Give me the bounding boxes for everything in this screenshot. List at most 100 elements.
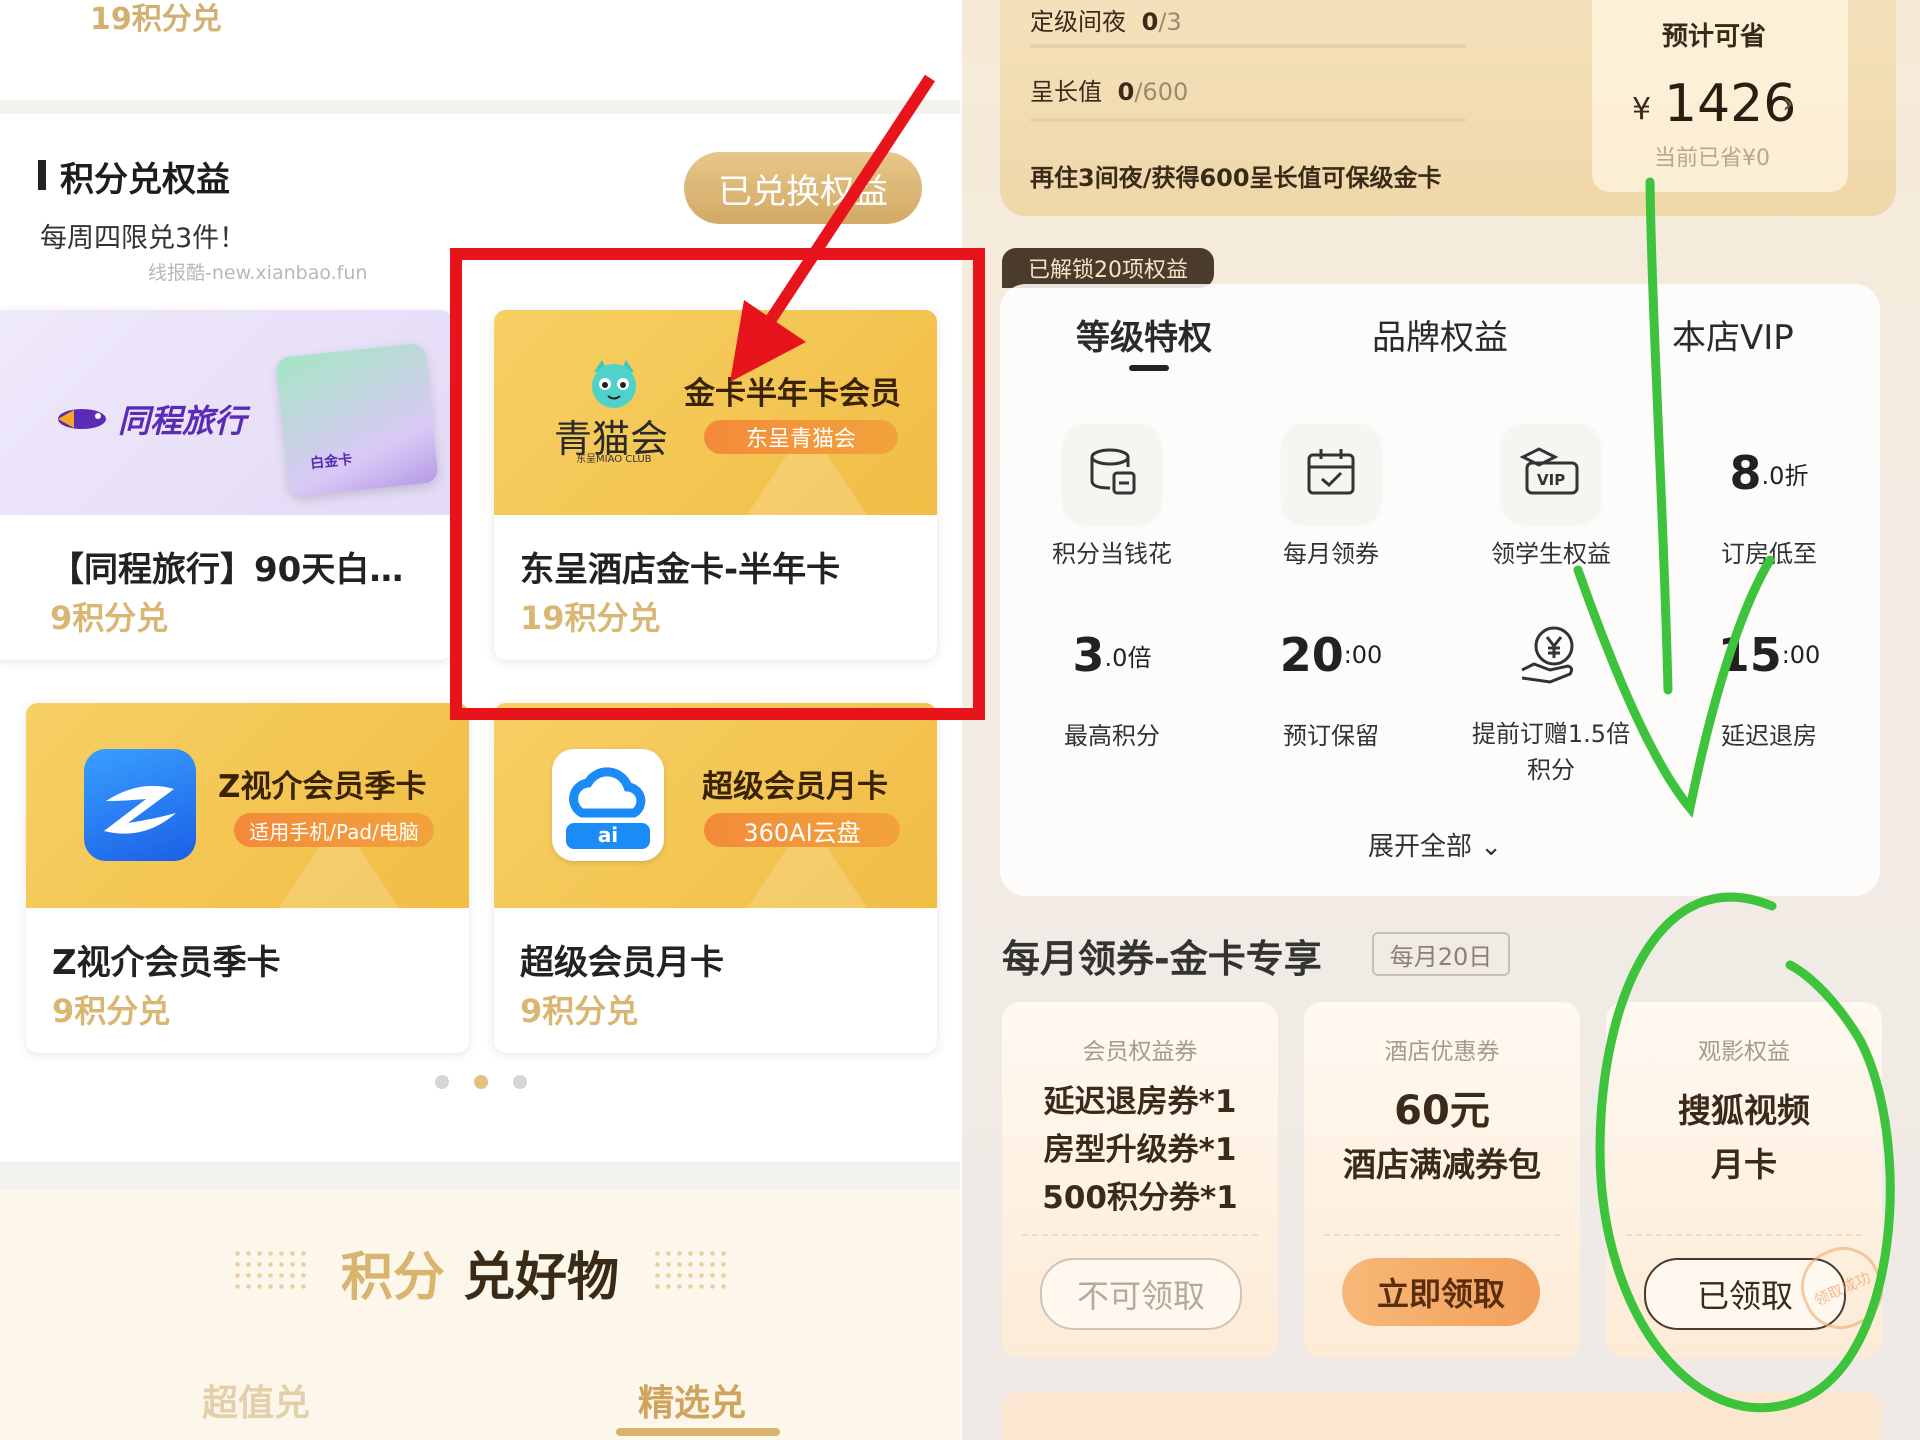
goods-title-part-b: 兑好物 — [463, 1248, 620, 1308]
coupon-type: 观影权益 — [1698, 1039, 1790, 1065]
z-logo-icon — [104, 785, 176, 834]
pager-dot[interactable] — [513, 1075, 527, 1089]
card-image: ai 超级会员月卡 360AI云盘 — [494, 703, 937, 908]
coupon-type: 会员权益券 — [1082, 1039, 1198, 1065]
privilege-panel — [1000, 284, 1880, 896]
calendar-icon[interactable] — [1282, 424, 1380, 522]
multiplier-number: 3 — [1072, 628, 1105, 682]
privilege-label: 延迟退房 — [1721, 722, 1817, 750]
coupon-line: 延迟退房券*1 — [1043, 1084, 1237, 1120]
discount-unit: .0折 — [1761, 461, 1809, 490]
coupon-line: 酒店满减券包 — [1343, 1145, 1541, 1184]
discount-value: 8.0折 — [1720, 424, 1818, 522]
goods-title-part-a: 积分 — [340, 1248, 445, 1308]
tongcheng-logo-icon — [58, 409, 106, 429]
savings-current: 当前已省¥0 — [1654, 146, 1770, 171]
card-tag: 东呈青猫会 — [704, 420, 898, 454]
tab-store-vip[interactable]: 本店VIP — [1672, 310, 1794, 359]
goods-section — [0, 1190, 960, 1440]
bottom-banner[interactable] — [1002, 1392, 1882, 1440]
360-cloud-app-icon: ai — [552, 749, 664, 861]
vip-text: VIP — [1537, 471, 1565, 489]
coins-icon[interactable] — [1063, 424, 1161, 522]
privilege-label: 订房低至 — [1721, 540, 1817, 568]
calendar-icon-glyph — [1307, 449, 1355, 495]
yen-hand-icon[interactable] — [1502, 606, 1600, 704]
watermark: 线报酷-new.xianbao.fun — [148, 262, 368, 284]
coupon-line: 60元 — [1394, 1088, 1490, 1134]
privilege-label: 领学生权益 — [1491, 540, 1611, 568]
expand-all-label: 展开全部 — [1368, 832, 1473, 862]
growth-value: 0 — [1117, 78, 1135, 106]
card-name: 东呈酒店金卡-半年卡 — [520, 550, 841, 590]
section-subtitle: 每周四限兑3件！ — [40, 223, 247, 254]
vip-student-icon[interactable]: VIP — [1502, 424, 1600, 522]
card-name: 超级会员月卡 — [520, 943, 724, 983]
nights-progress-bar — [1030, 44, 1466, 48]
claim-now-button[interactable]: 立即领取 — [1342, 1258, 1540, 1326]
growth-progress-bar — [1030, 118, 1466, 122]
late-checkout-value: 15:00 — [1717, 606, 1821, 704]
brand-subtitle: 东呈MIAO CLUB — [576, 454, 652, 465]
keep-level-hint: 再住3间夜/获得600呈长值可保级金卡 — [1030, 164, 1442, 192]
tab-value-redeem[interactable]: 超值兑 — [202, 1374, 310, 1426]
coupon-card-hotel: 酒店优惠券 60元 酒店满减券包 立即领取 — [1304, 1002, 1580, 1358]
coupon-body: 延迟退房券*1 房型升级券*1 500积分券*1 — [1002, 1078, 1278, 1222]
tab-selected-redeem[interactable]: 精选兑 — [638, 1374, 746, 1426]
card-tag: 360AI云盘 — [704, 813, 900, 847]
coins-icon-glyph — [1090, 448, 1136, 495]
card-image: 同程旅行 白金卡 — [0, 310, 452, 515]
coupon-line: 房型升级券*1 — [1043, 1132, 1237, 1168]
pager-dot-active[interactable] — [474, 1075, 488, 1089]
tab-level-privileges[interactable]: 等级特权 — [1076, 310, 1212, 359]
benefit-card-tongcheng[interactable]: 同程旅行 白金卡 【同程旅行】90天白… 9积分兑 — [0, 310, 452, 660]
savings-currency: ¥ — [1632, 92, 1652, 127]
coupon-type: 酒店优惠券 — [1384, 1039, 1500, 1065]
benefit-card-dongcheng-gold[interactable]: 青猫会 东呈MIAO CLUB 金卡半年卡会员 东呈青猫会 东呈酒店金卡-半年卡… — [494, 310, 937, 660]
points-multiplier-value: 3.0倍 — [1063, 606, 1161, 704]
checkout-unit: :00 — [1781, 641, 1821, 669]
tab-brand-benefits[interactable]: 品牌权益 — [1372, 310, 1508, 359]
hold-time-unit: :00 — [1343, 641, 1383, 669]
brand-name: 同程旅行 — [118, 402, 247, 440]
checkout-number: 15 — [1717, 628, 1782, 682]
redeemed-benefits-button[interactable]: 已兑换权益 — [684, 152, 922, 224]
coupon-line: 搜狐视频 — [1678, 1091, 1810, 1130]
divider — [0, 100, 960, 114]
hold-time-number: 20 — [1279, 628, 1344, 682]
card-headline: Z视介会员季卡 — [218, 769, 427, 805]
tab-indicator — [1129, 365, 1169, 371]
growth-row: 呈长值 0/600 — [1030, 72, 1188, 107]
zshijie-app-icon — [84, 749, 196, 861]
coupon-line: 月卡 — [1711, 1145, 1777, 1184]
nights-label: 定级间夜 — [1030, 8, 1126, 36]
top-card-price: 19积分兑 — [90, 2, 222, 37]
chevron-right-icon: › — [1782, 86, 1794, 121]
coupon-divider — [1022, 1234, 1258, 1236]
savings-amount: 1426 — [1664, 74, 1797, 134]
card-price: 9积分兑 — [50, 599, 169, 637]
expand-all-link[interactable]: 展开全部 ⌄ — [1368, 826, 1502, 863]
section-bar — [38, 160, 46, 190]
coupon-line: 500积分券*1 — [1042, 1180, 1238, 1216]
benefit-card-zshijie[interactable]: Z视介会员季卡 适用手机/Pad/电脑 Z视介会员季卡 9积分兑 — [26, 703, 469, 1053]
unlocked-badge: 已解锁20项权益 — [1002, 248, 1214, 288]
card-name: Z视介会员季卡 — [52, 943, 281, 983]
privilege-label: 积分当钱花 — [1052, 540, 1172, 568]
pager-dot[interactable] — [435, 1075, 449, 1089]
card-price: 9积分兑 — [520, 992, 639, 1030]
discount-number: 8 — [1729, 446, 1762, 500]
icon-label: ai — [597, 823, 619, 847]
not-available-button[interactable]: 不可领取 — [1040, 1258, 1242, 1330]
coupon-section-title: 每月领券-金卡专享 — [1002, 937, 1322, 981]
yen-hand-icon-glyph — [1521, 626, 1574, 684]
privilege-label: 预订保留 — [1283, 722, 1379, 750]
nights-row: 定级间夜 0/3 — [1030, 2, 1182, 37]
points-exchange-screen: 19积分兑 积分兑权益 每周四限兑3件！ 线报酷-new.xianbao.fun… — [0, 0, 960, 1440]
card-image: Z视介会员季卡 适用手机/Pad/电脑 — [26, 703, 469, 908]
divider — [0, 1162, 960, 1190]
coupon-card-member: 会员权益券 延迟退房券*1 房型升级券*1 500积分券*1 不可领取 — [1002, 1002, 1278, 1358]
savings-title: 预计可省 — [1662, 22, 1767, 52]
benefit-card-360-super-member[interactable]: ai 超级会员月卡 360AI云盘 超级会员月卡 9积分兑 — [494, 703, 937, 1053]
card-label: 白金卡 — [309, 451, 353, 473]
